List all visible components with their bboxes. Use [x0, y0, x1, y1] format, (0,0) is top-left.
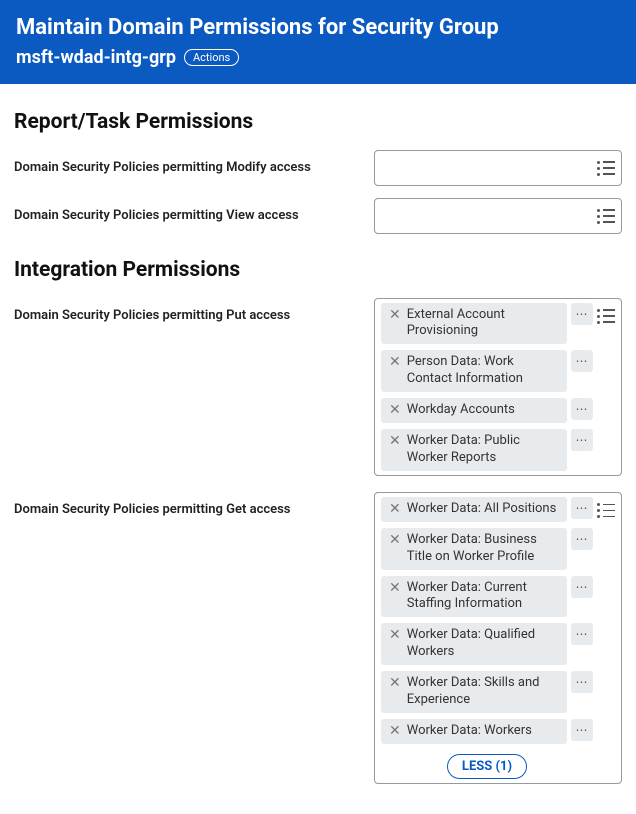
policy-chip: ✕ Worker Data: Qualified Workers [381, 623, 567, 665]
close-icon[interactable]: ✕ [389, 627, 401, 642]
view-access-input[interactable] [374, 198, 622, 234]
more-icon[interactable]: ⋯ [571, 398, 593, 420]
close-icon[interactable]: ✕ [389, 354, 401, 369]
chip-row: ✕ Worker Data: Workers ⋯ [381, 719, 593, 744]
list-icon[interactable] [597, 307, 615, 325]
page-header: Maintain Domain Permissions for Security… [0, 0, 636, 84]
more-icon[interactable]: ⋯ [571, 719, 593, 741]
chip-label: External Account Provisioning [407, 307, 559, 341]
chip-row: ✕ Workday Accounts ⋯ [381, 398, 593, 423]
chip-row: ✕ Worker Data: Skills and Experience ⋯ [381, 671, 593, 713]
chip-label: Worker Data: Public Worker Reports [407, 433, 559, 467]
policy-chip: ✕ External Account Provisioning [381, 303, 567, 345]
more-icon[interactable]: ⋯ [571, 623, 593, 645]
put-access-input[interactable]: ✕ External Account Provisioning ⋯ ✕ Person D… [374, 298, 622, 476]
get-access-label: Domain Security Policies permitting Get … [14, 492, 374, 517]
chip-row: ✕ Worker Data: Qualified Workers ⋯ [381, 623, 593, 665]
more-icon[interactable]: ⋯ [571, 497, 593, 519]
chip-row: ✕ Worker Data: Current Staffing Informati… [381, 576, 593, 618]
actions-button[interactable]: Actions [184, 49, 239, 66]
put-access-row: Domain Security Policies permitting Put … [14, 298, 622, 476]
policy-chip: ✕ Person Data: Work Contact Information [381, 350, 567, 392]
close-icon[interactable]: ✕ [389, 580, 401, 595]
list-icon[interactable] [597, 207, 615, 225]
page-title: Maintain Domain Permissions for Security… [16, 14, 620, 43]
policy-chip: ✕ Worker Data: Current Staffing Informati… [381, 576, 567, 618]
chip-row: ✕ Worker Data: All Positions ⋯ [381, 497, 593, 522]
more-icon[interactable]: ⋯ [571, 671, 593, 693]
modify-access-input[interactable] [374, 150, 622, 186]
close-icon[interactable]: ✕ [389, 501, 401, 516]
more-icon[interactable]: ⋯ [571, 576, 593, 598]
close-icon[interactable]: ✕ [389, 532, 401, 547]
get-access-input[interactable]: ✕ Worker Data: All Positions ⋯ ✕ Worker Data… [374, 492, 622, 784]
chip-label: Worker Data: Workers [407, 723, 559, 740]
close-icon[interactable]: ✕ [389, 402, 401, 417]
chip-label: Worker Data: Skills and Experience [407, 675, 559, 709]
close-icon[interactable]: ✕ [389, 307, 401, 322]
group-name: msft-wdad-intg-grp [16, 47, 176, 68]
chip-row: ✕ External Account Provisioning ⋯ [381, 303, 593, 345]
report-task-heading: Report/Task Permissions [14, 110, 622, 134]
policy-chip: ✕ Worker Data: Business Title on Worker P… [381, 528, 567, 570]
more-icon[interactable]: ⋯ [571, 429, 593, 451]
chip-label: Worker Data: Current Staffing Informatio… [407, 580, 559, 614]
chip-label: Worker Data: Qualified Workers [407, 627, 559, 661]
put-access-label: Domain Security Policies permitting Put … [14, 298, 374, 323]
subtitle-row: msft-wdad-intg-grp Actions [16, 47, 620, 68]
chip-label: Worker Data: All Positions [407, 501, 559, 518]
close-icon[interactable]: ✕ [389, 433, 401, 448]
chip-row: ✕ Person Data: Work Contact Information ⋯ [381, 350, 593, 392]
more-icon[interactable]: ⋯ [571, 528, 593, 550]
chip-row: ✕ Worker Data: Public Worker Reports ⋯ [381, 429, 593, 471]
close-icon[interactable]: ✕ [389, 723, 401, 738]
modify-access-row: Domain Security Policies permitting Modi… [14, 150, 622, 186]
modify-access-label: Domain Security Policies permitting Modi… [14, 150, 374, 175]
policy-chip: ✕ Worker Data: Skills and Experience [381, 671, 567, 713]
close-icon[interactable]: ✕ [389, 675, 401, 690]
page-body: Report/Task Permissions Domain Security … [0, 84, 636, 814]
more-icon[interactable]: ⋯ [571, 350, 593, 372]
view-access-label: Domain Security Policies permitting View… [14, 198, 374, 223]
list-icon[interactable] [597, 501, 615, 519]
chip-label: Person Data: Work Contact Information [407, 354, 559, 388]
policy-chip: ✕ Worker Data: All Positions [381, 497, 567, 522]
policy-chip: ✕ Worker Data: Workers [381, 719, 567, 744]
get-access-row: Domain Security Policies permitting Get … [14, 492, 622, 784]
chip-row: ✕ Worker Data: Business Title on Worker P… [381, 528, 593, 570]
more-icon[interactable]: ⋯ [571, 303, 593, 325]
less-button[interactable]: LESS (1) [447, 754, 527, 779]
policy-chip: ✕ Worker Data: Public Worker Reports [381, 429, 567, 471]
chip-label: Workday Accounts [407, 402, 559, 419]
view-access-row: Domain Security Policies permitting View… [14, 198, 622, 234]
integration-heading: Integration Permissions [14, 258, 622, 282]
list-icon[interactable] [597, 159, 615, 177]
policy-chip: ✕ Workday Accounts [381, 398, 567, 423]
chip-label: Worker Data: Business Title on Worker Pr… [407, 532, 559, 566]
